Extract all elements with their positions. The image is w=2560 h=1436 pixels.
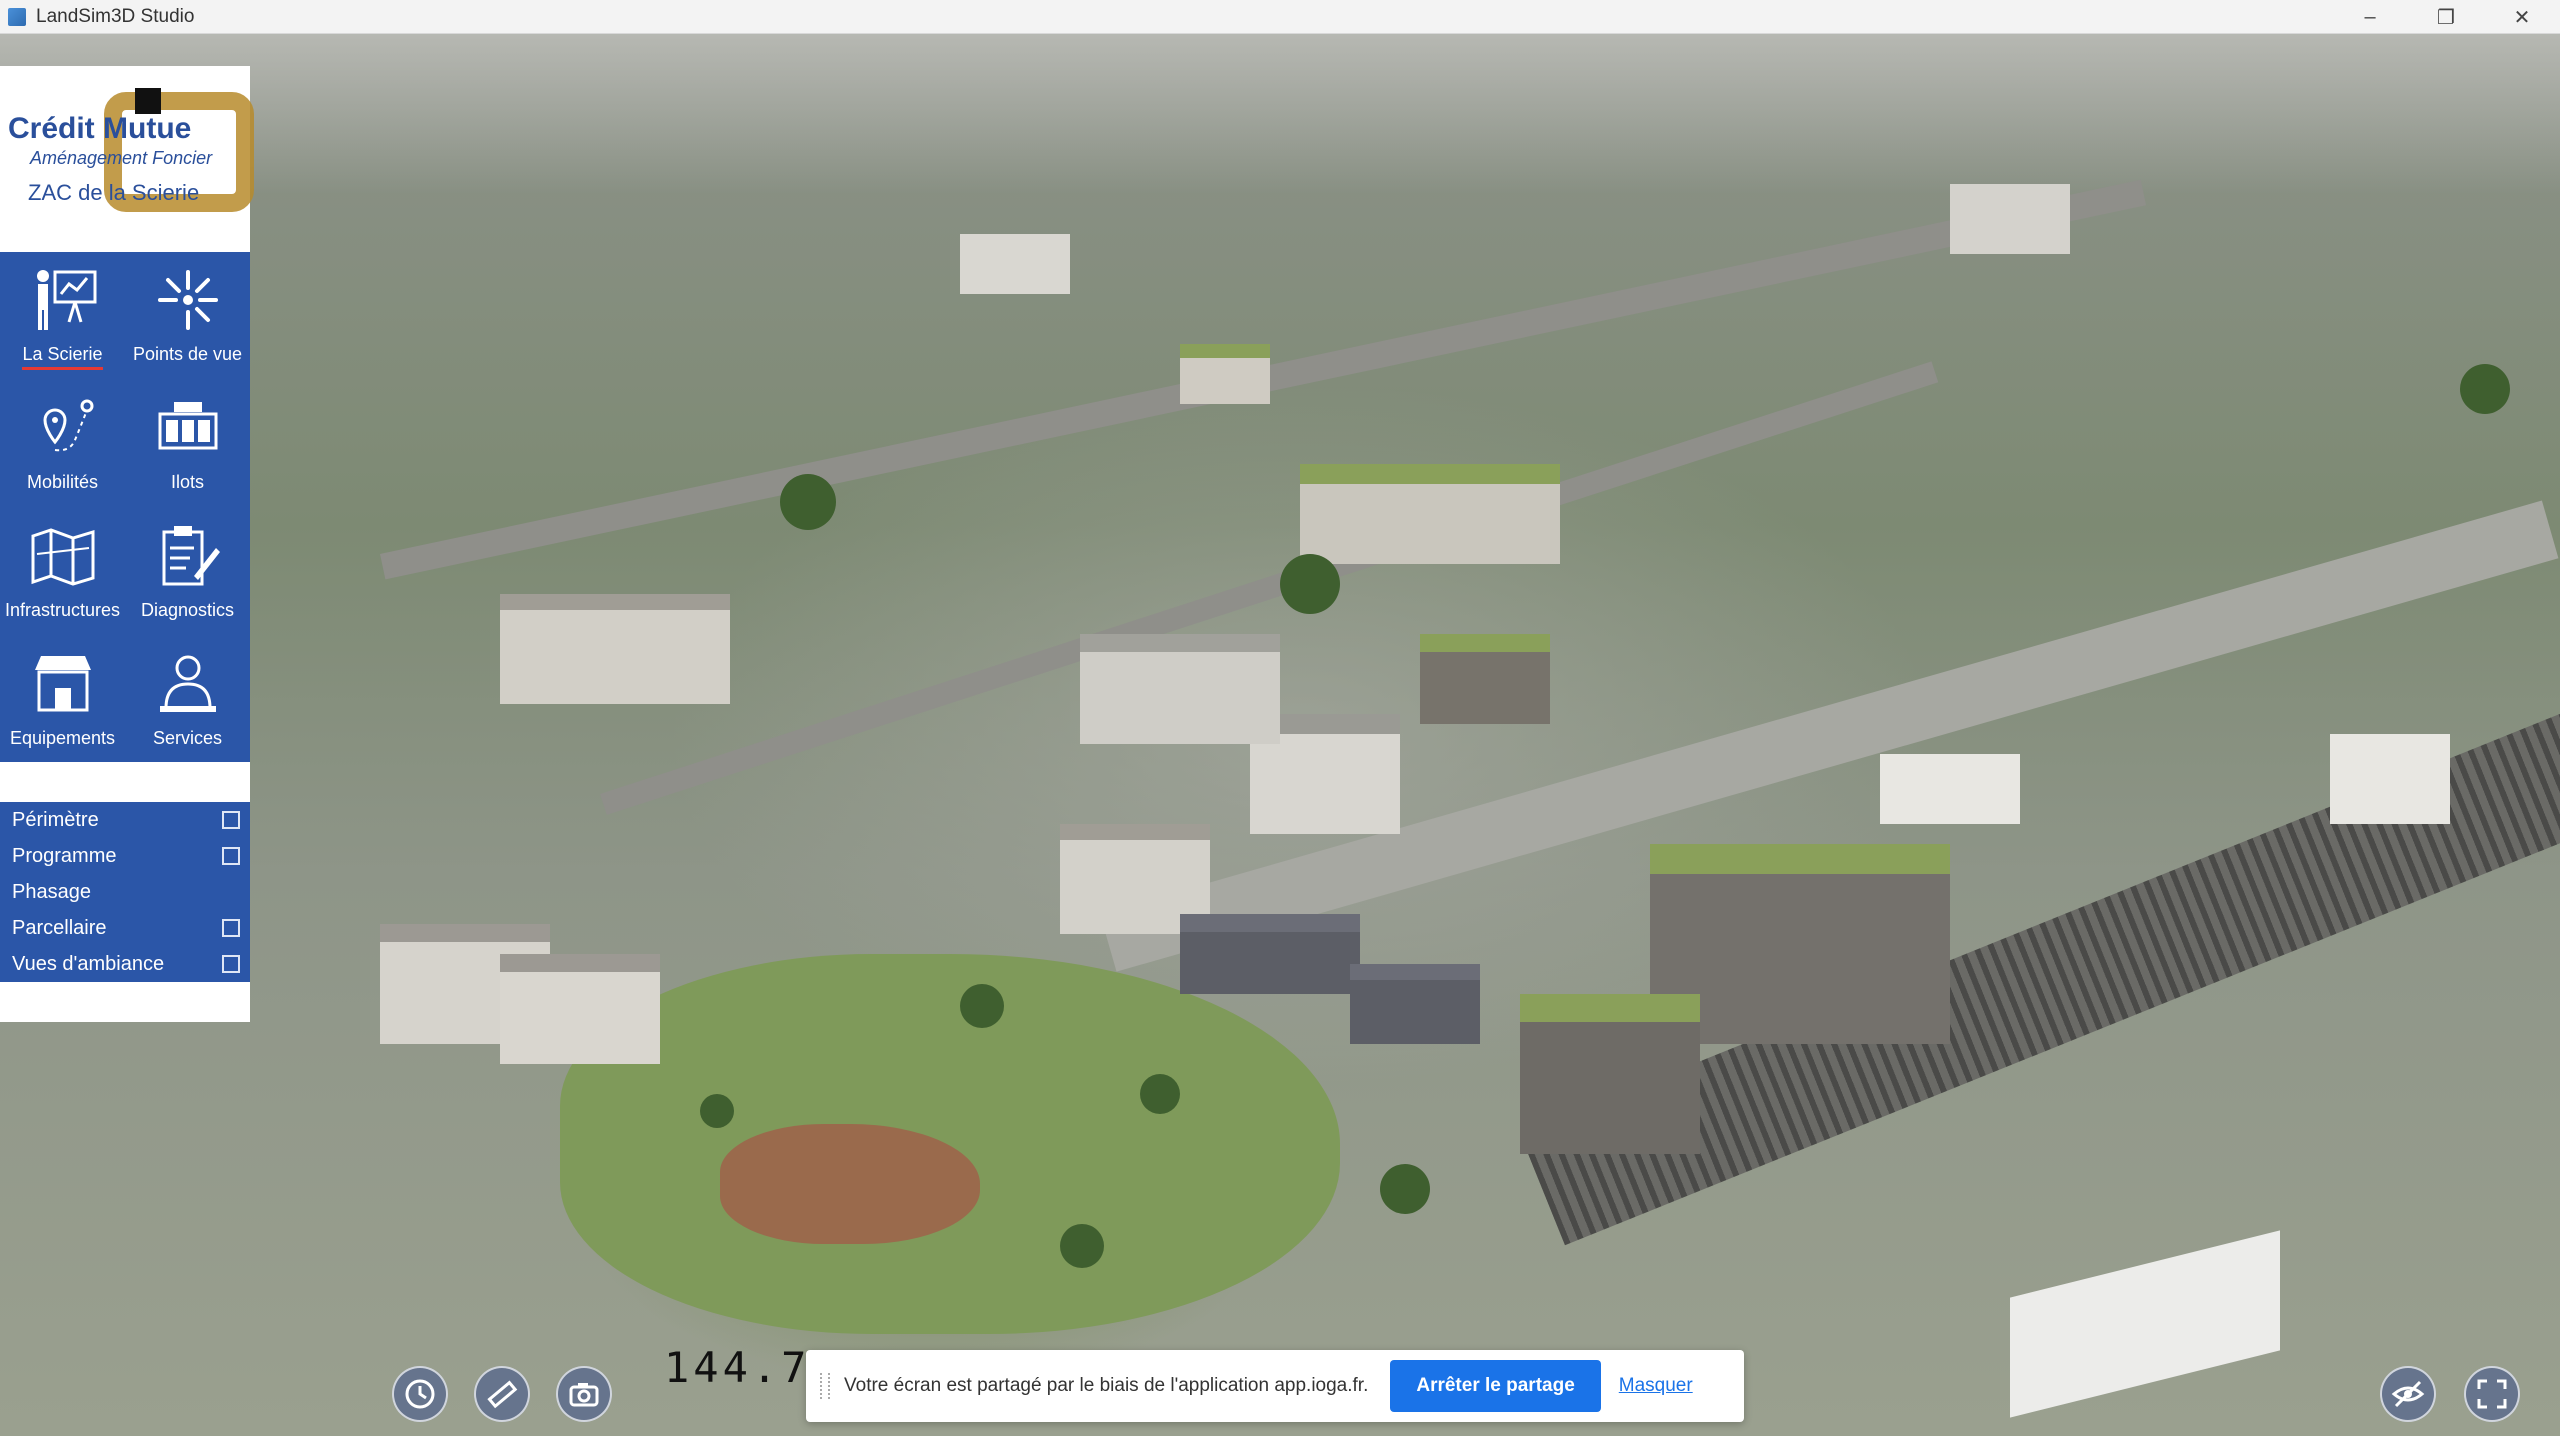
tool-ilots[interactable]: Ilots: [125, 380, 250, 508]
scene-building: [1180, 914, 1360, 994]
blocks-icon: [158, 402, 217, 450]
map-icon: [31, 528, 94, 586]
scene-tree: [1380, 1164, 1430, 1214]
scene-building: [1520, 994, 1700, 1154]
layer-checkbox[interactable]: [222, 847, 240, 865]
layer-checkbox[interactable]: [222, 919, 240, 937]
share-message: Votre écran est partagé par le biais de …: [844, 1375, 1369, 1396]
layer-programme[interactable]: Programme: [0, 838, 250, 874]
logo-dot: [135, 88, 161, 114]
hide-link[interactable]: Masquer: [1619, 1375, 1693, 1397]
tool-points-de-vue[interactable]: Points de vue: [125, 252, 250, 380]
clock-button[interactable]: [392, 1366, 448, 1422]
window-title: LandSim3D Studio: [36, 5, 195, 27]
scene-building: [1300, 464, 1560, 564]
scene-building: [1420, 634, 1550, 724]
measure-button[interactable]: [474, 1366, 530, 1422]
layer-checkbox[interactable]: [222, 811, 240, 829]
scene-building: [1350, 964, 1480, 1044]
location-route-icon: [42, 399, 93, 452]
layer-perimetre[interactable]: Périmètre: [0, 802, 250, 838]
layer-label: Périmètre: [12, 808, 99, 831]
scene-tree: [700, 1094, 734, 1128]
tool-label: Ilots: [170, 472, 204, 492]
scene-building: [500, 594, 730, 704]
layer-label: Vues d'ambiance: [12, 952, 165, 975]
camera-icon: [569, 1383, 599, 1407]
stop-sharing-button[interactable]: Arrêter le partage: [1390, 1360, 1601, 1412]
logo-subtitle: Aménagement Foncier: [30, 148, 213, 168]
window-controls: – ❐ ✕: [2332, 0, 2560, 34]
tool-label: Diagnostics: [140, 600, 235, 620]
tool-label: Services: [152, 728, 223, 748]
scene-building: [2330, 734, 2450, 824]
scene-building: [960, 234, 1070, 294]
scene-tree: [1060, 1224, 1104, 1268]
coordinate-readout: 144.7: [664, 1343, 811, 1392]
viewpoints-icon: [157, 270, 218, 330]
store-icon: [34, 656, 91, 712]
tool-label: Mobilités: [26, 472, 99, 492]
app-icon: [8, 7, 26, 26]
scene-tree: [780, 474, 836, 530]
layer-label: Phasage: [12, 880, 91, 903]
fullscreen-icon: [2477, 1379, 2507, 1409]
logo-project: ZAC de la Scierie: [28, 180, 200, 205]
clock-icon: [405, 1379, 435, 1409]
scene-tree: [2460, 364, 2510, 414]
scene-building: [1080, 634, 1280, 744]
person-service-icon: [159, 655, 216, 712]
scene-tree: [960, 984, 1004, 1028]
layer-checkbox[interactable]: [222, 955, 240, 973]
scene-tree: [1280, 554, 1340, 614]
drag-handle[interactable]: [820, 1373, 830, 1399]
tool-la-scierie[interactable]: La Scierie: [0, 252, 125, 380]
scene-park: [560, 954, 1340, 1334]
fullscreen-button[interactable]: [2464, 1366, 2520, 1422]
presentation-icon: [36, 270, 96, 330]
layer-label: Programme: [12, 844, 117, 867]
scene-tree: [1140, 1074, 1180, 1114]
layer-list: Périmètre Programme Phasage Parcellaire …: [0, 802, 250, 982]
layer-phasage[interactable]: Phasage: [0, 874, 250, 910]
screen-share-bar: Votre écran est partagé par le biais de …: [806, 1350, 1744, 1422]
scene-building: [1180, 344, 1270, 404]
measure-ruler-icon: [487, 1380, 518, 1409]
clipboard-icon: [162, 526, 220, 586]
scene-building: [500, 954, 660, 1064]
window-titlebar: LandSim3D Studio – ❐ ✕: [0, 0, 2560, 34]
layer-label: Parcellaire: [12, 916, 107, 939]
tool-label: Equipements: [9, 728, 116, 748]
visibility-off-icon: [2391, 1380, 2425, 1408]
tool-label: Points de vue: [132, 344, 243, 364]
scene-horizon: [0, 34, 2560, 194]
scene-building: [1880, 754, 2020, 824]
tool-label: La Scierie: [22, 344, 103, 370]
left-panel: Crédit Mutue Aménagement Foncier ZAC de …: [0, 66, 254, 1022]
restore-icon[interactable]: ❐: [2408, 0, 2484, 34]
3d-viewport[interactable]: [0, 34, 2560, 1436]
close-icon[interactable]: ✕: [2484, 0, 2560, 34]
scene-building: [1950, 184, 2070, 254]
tool-grid: La Scierie Points de vue Mobilités Ilots…: [0, 252, 250, 762]
layer-parcellaire[interactable]: Parcellaire: [0, 910, 250, 946]
tool-equipements[interactable]: Equipements: [0, 636, 125, 764]
camera-button[interactable]: [556, 1366, 612, 1422]
minimize-icon[interactable]: –: [2332, 0, 2408, 34]
scene-playground: [720, 1124, 980, 1244]
layer-vues-ambiance[interactable]: Vues d'ambiance: [0, 946, 250, 982]
logo-title: Crédit Mutue: [8, 112, 192, 145]
visibility-button[interactable]: [2380, 1366, 2436, 1422]
tool-diagnostics[interactable]: Diagnostics: [125, 508, 250, 636]
project-logo: Crédit Mutue Aménagement Foncier ZAC de …: [0, 66, 254, 252]
scene-warehouse: [2010, 1230, 2280, 1418]
tool-services[interactable]: Services: [125, 636, 250, 764]
tool-label: Infrastructures: [4, 600, 121, 620]
tool-mobilites[interactable]: Mobilités: [0, 380, 125, 508]
tool-infrastructures[interactable]: Infrastructures: [0, 508, 125, 636]
